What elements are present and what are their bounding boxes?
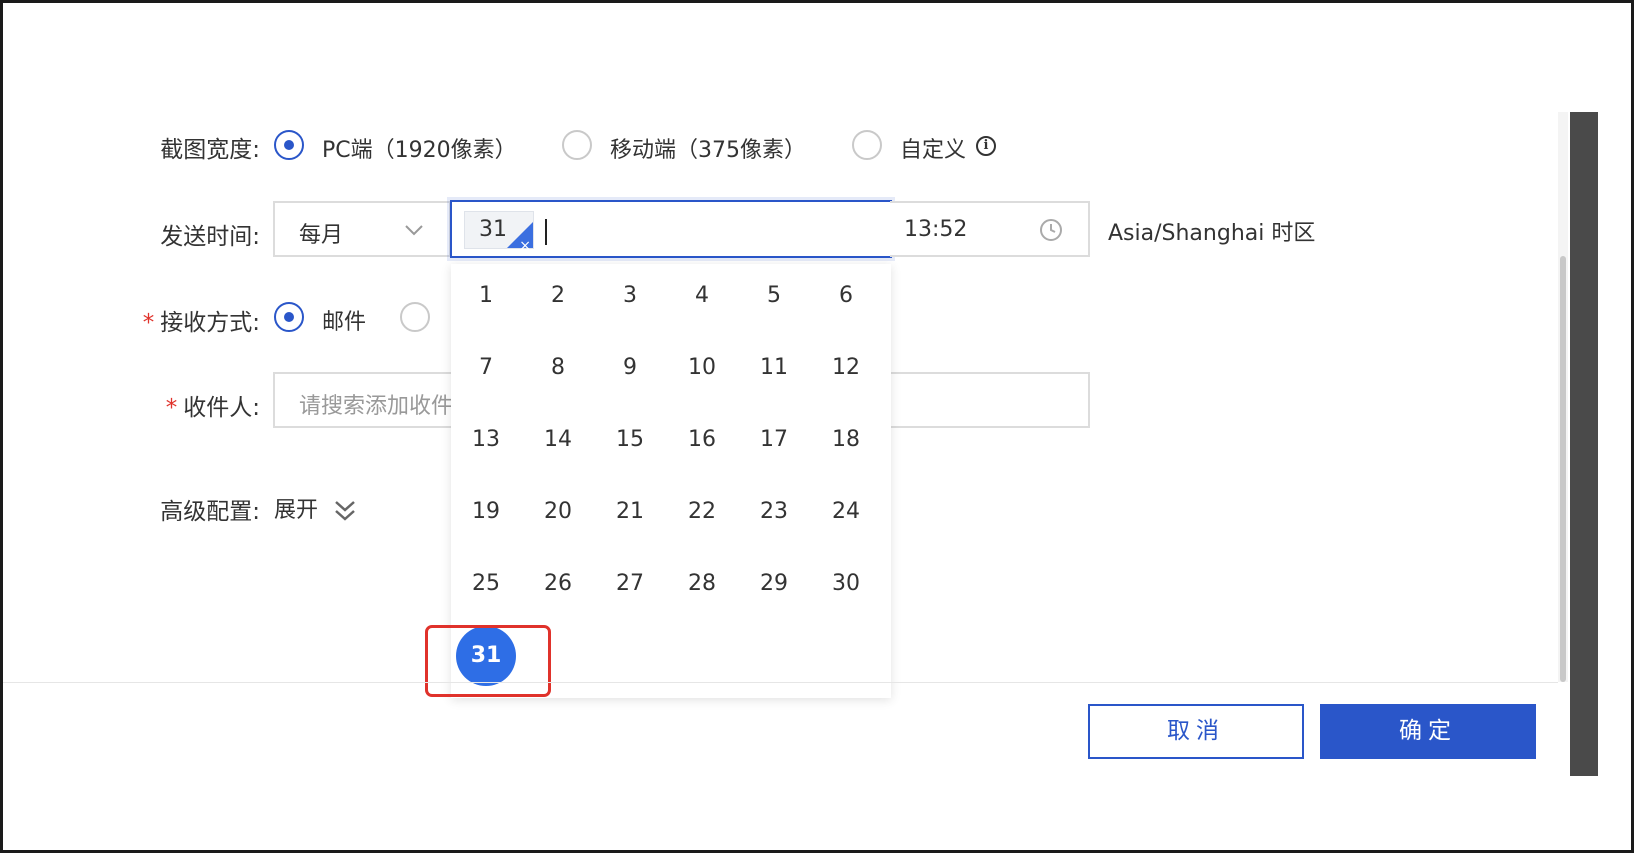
frequency-select[interactable]: 每月 <box>273 201 451 257</box>
receive-method-label: * 接收方式: <box>120 303 260 337</box>
send-time-label: 发送时间: <box>160 224 260 250</box>
day-option-5[interactable]: 5 <box>744 266 804 326</box>
required-mark: * <box>142 310 155 336</box>
receive-method-label-text: 接收方式: <box>160 310 260 336</box>
day-option-9[interactable]: 9 <box>600 338 660 398</box>
advanced-label: 高级配置: <box>160 499 260 525</box>
day-option-26[interactable]: 26 <box>528 554 588 614</box>
radio-pc-label[interactable]: PC端（1920像素） <box>322 132 517 164</box>
text-caret <box>545 219 547 245</box>
radio-other-method[interactable] <box>400 302 430 332</box>
radio-pc[interactable] <box>274 130 304 160</box>
day-option-2[interactable]: 2 <box>528 266 588 326</box>
selected-day-tag-text: 31 <box>479 217 507 242</box>
timezone-text: Asia/Shanghai 时区 <box>1108 221 1316 246</box>
day-option-21[interactable]: 21 <box>600 482 660 542</box>
day-option-11[interactable]: 11 <box>744 338 804 398</box>
annotation-highlight <box>425 625 551 697</box>
day-option-16[interactable]: 16 <box>672 410 732 470</box>
day-option-28[interactable]: 28 <box>672 554 732 614</box>
day-option-4[interactable]: 4 <box>672 266 732 326</box>
day-option-12[interactable]: 12 <box>816 338 876 398</box>
day-option-18[interactable]: 18 <box>816 410 876 470</box>
recipients-label-text: 收件人: <box>183 395 260 421</box>
time-value: 13:52 <box>904 217 968 242</box>
day-option-24[interactable]: 24 <box>816 482 876 542</box>
chevron-down-icon <box>405 225 423 236</box>
day-option-20[interactable]: 20 <box>528 482 588 542</box>
scrollbar-thumb[interactable] <box>1560 256 1566 682</box>
recipients-placeholder: 请搜索添加收件人 <box>299 394 476 419</box>
required-mark: * <box>165 395 178 421</box>
day-option-6[interactable]: 6 <box>816 266 876 326</box>
radio-mobile[interactable] <box>562 130 592 160</box>
advanced-toggle-label: 展开 <box>274 498 319 523</box>
double-chevron-down-icon <box>335 501 355 521</box>
info-icon[interactable]: i <box>976 136 996 156</box>
day-option-15[interactable]: 15 <box>600 410 660 470</box>
day-option-13[interactable]: 13 <box>456 410 516 470</box>
radio-email[interactable] <box>274 302 304 332</box>
frequency-value: 每月 <box>299 223 344 248</box>
recipients-label: * 收件人: <box>120 388 260 422</box>
time-picker[interactable]: 13:52 <box>890 201 1090 257</box>
day-option-10[interactable]: 10 <box>672 338 732 398</box>
day-option-14[interactable]: 14 <box>528 410 588 470</box>
clock-icon <box>1040 219 1062 241</box>
day-option-22[interactable]: 22 <box>672 482 732 542</box>
footer-divider <box>3 682 1558 683</box>
confirm-button[interactable]: 确定 <box>1320 704 1536 759</box>
side-panel-edge <box>1570 112 1598 776</box>
day-option-27[interactable]: 27 <box>600 554 660 614</box>
day-option-7[interactable]: 7 <box>456 338 516 398</box>
cancel-button[interactable]: 取消 <box>1088 704 1304 759</box>
radio-custom[interactable] <box>852 130 882 160</box>
close-icon[interactable]: × <box>519 238 531 254</box>
day-option-23[interactable]: 23 <box>744 482 804 542</box>
day-option-17[interactable]: 17 <box>744 410 804 470</box>
day-option-8[interactable]: 8 <box>528 338 588 398</box>
radio-mobile-label[interactable]: 移动端（375像素） <box>610 132 806 164</box>
day-option-19[interactable]: 19 <box>456 482 516 542</box>
day-option-29[interactable]: 29 <box>744 554 804 614</box>
day-option-30[interactable]: 30 <box>816 554 876 614</box>
day-option-25[interactable]: 25 <box>456 554 516 614</box>
day-option-1[interactable]: 1 <box>456 266 516 326</box>
advanced-toggle[interactable]: 展开 <box>274 492 357 524</box>
radio-custom-label[interactable]: 自定义 <box>900 132 966 164</box>
selected-day-tag: 31 × <box>464 211 534 254</box>
screenshot-width-label: 截图宽度: <box>160 137 260 163</box>
day-option-3[interactable]: 3 <box>600 266 660 326</box>
radio-email-label[interactable]: 邮件 <box>322 304 366 336</box>
